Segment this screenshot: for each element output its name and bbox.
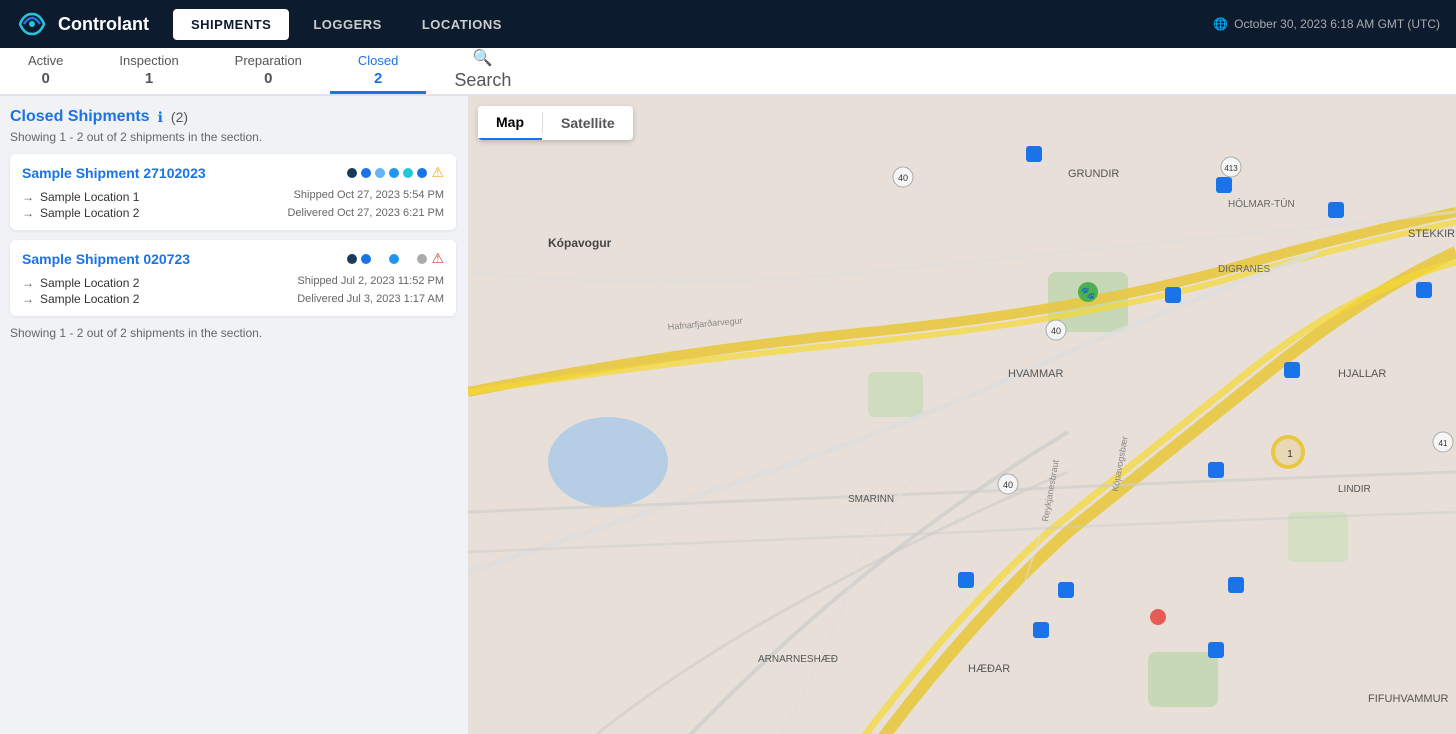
info-icon[interactable]: ℹ bbox=[158, 109, 163, 126]
map-panel: Map Satellite bbox=[468, 96, 1456, 734]
dot-5 bbox=[403, 168, 413, 178]
globe-icon: 🌐 bbox=[1213, 17, 1228, 31]
tab-closed-label: Closed bbox=[358, 53, 398, 68]
svg-text:DIGRANES: DIGRANES bbox=[1218, 264, 1271, 275]
svg-text:GRUNDIR: GRUNDIR bbox=[1068, 168, 1119, 180]
satellite-btn[interactable]: Satellite bbox=[543, 106, 633, 140]
shipment-card-1: Sample Shipment 27102023 ⚠ → Sample Loca… bbox=[10, 154, 456, 230]
card2-delivered: Delivered Jul 3, 2023 1:17 AM bbox=[297, 291, 444, 309]
card2-to-row: → Sample Location 2 bbox=[22, 292, 297, 306]
card1-shipped: Shipped Oct 27, 2023 5:54 PM bbox=[287, 187, 444, 205]
svg-text:STEKKIR: STEKKIR bbox=[1408, 228, 1455, 240]
tabbar: Active 0 Inspection 1 Preparation 0 Clos… bbox=[0, 48, 1456, 96]
card1-locations: → Sample Location 1 → Sample Location 2 bbox=[22, 190, 287, 222]
dot2-2 bbox=[361, 254, 371, 264]
showing-top: Showing 1 - 2 out of 2 shipments in the … bbox=[10, 130, 456, 144]
tab-closed-count: 2 bbox=[374, 70, 382, 87]
svg-text:HÓLMAR-TÚN: HÓLMAR-TÚN bbox=[1228, 197, 1295, 210]
arrow-right-icon-2: → bbox=[22, 206, 34, 220]
svg-text:HVAMMAR: HVAMMAR bbox=[1008, 368, 1063, 380]
dot-3 bbox=[375, 168, 385, 178]
tab-closed[interactable]: Closed 2 bbox=[330, 48, 426, 94]
card1-dots: ⚠ bbox=[347, 164, 444, 181]
datetime-display: 🌐 October 30, 2023 6:18 AM GMT (UTC) bbox=[1213, 17, 1440, 31]
card2-dates: Shipped Jul 2, 2023 11:52 PM Delivered J… bbox=[297, 273, 444, 308]
card2-from-row: → Sample Location 2 bbox=[22, 276, 297, 290]
svg-text:Kópavogur: Kópavogur bbox=[548, 236, 612, 250]
section-header: Closed Shipments ℹ (2) bbox=[10, 108, 456, 126]
svg-text:HJALLAR: HJALLAR bbox=[1338, 368, 1386, 380]
card1-dates: Shipped Oct 27, 2023 5:54 PM Delivered O… bbox=[287, 187, 444, 222]
controlant-logo-icon bbox=[16, 8, 48, 40]
svg-text:40: 40 bbox=[1003, 480, 1013, 490]
card2-shipped: Shipped Jul 2, 2023 11:52 PM bbox=[297, 273, 444, 291]
map-controls: Map Satellite bbox=[478, 106, 633, 140]
tab-inspection[interactable]: Inspection 1 bbox=[91, 48, 206, 94]
card1-to: Sample Location 2 bbox=[40, 206, 139, 220]
dot2-3 bbox=[389, 254, 399, 264]
tab-inspection-label: Inspection bbox=[119, 53, 178, 68]
warning-icon-2: ⚠ bbox=[431, 250, 444, 267]
dot2-1 bbox=[347, 254, 357, 264]
dot-4 bbox=[389, 168, 399, 178]
showing-bottom: Showing 1 - 2 out of 2 shipments in the … bbox=[10, 326, 456, 340]
svg-text:FIFUHVAMMUR: FIFUHVAMMUR bbox=[1368, 693, 1449, 705]
svg-text:ARNARNESHÆÐ: ARNARNESHÆÐ bbox=[758, 654, 838, 665]
svg-text:LINDIR: LINDIR bbox=[1338, 484, 1371, 495]
svg-text:40: 40 bbox=[898, 173, 908, 183]
main-layout: Closed Shipments ℹ (2) Showing 1 - 2 out… bbox=[0, 96, 1456, 734]
locations-nav-btn[interactable]: LOCATIONS bbox=[406, 11, 518, 38]
card1-bottom: → Sample Location 1 → Sample Location 2 … bbox=[22, 187, 444, 222]
arrow-right-icon-3: → bbox=[22, 276, 34, 290]
tab-active-count: 0 bbox=[42, 70, 50, 87]
shipments-nav-btn[interactable]: SHIPMENTS bbox=[173, 9, 289, 40]
card1-header: Sample Shipment 27102023 ⚠ bbox=[22, 164, 444, 181]
section-title: Closed Shipments bbox=[10, 108, 150, 126]
topnav: Controlant SHIPMENTS LOGGERS LOCATIONS 🌐… bbox=[0, 0, 1456, 48]
card1-title[interactable]: Sample Shipment 27102023 bbox=[22, 165, 206, 181]
tab-search-label: Search bbox=[454, 70, 511, 91]
svg-text:413: 413 bbox=[1224, 164, 1238, 173]
card2-header: Sample Shipment 020723 ⚠ bbox=[22, 250, 444, 267]
card2-from: Sample Location 2 bbox=[40, 276, 139, 290]
card1-to-row: → Sample Location 2 bbox=[22, 206, 287, 220]
dot-1 bbox=[347, 168, 357, 178]
warning-icon-1: ⚠ bbox=[431, 164, 444, 181]
svg-text:HÆÐAR: HÆÐAR bbox=[968, 663, 1010, 675]
dot-2 bbox=[361, 168, 371, 178]
svg-text:40: 40 bbox=[1051, 326, 1061, 336]
logo-area: Controlant bbox=[16, 8, 149, 40]
card2-title[interactable]: Sample Shipment 020723 bbox=[22, 251, 190, 267]
left-panel: Closed Shipments ℹ (2) Showing 1 - 2 out… bbox=[0, 96, 468, 734]
tab-search[interactable]: 🔍 Search bbox=[426, 48, 539, 94]
tab-inspection-count: 1 bbox=[145, 70, 153, 87]
card1-from-row: → Sample Location 1 bbox=[22, 190, 287, 204]
tab-active[interactable]: Active 0 bbox=[0, 48, 91, 94]
map-btn[interactable]: Map bbox=[478, 106, 542, 140]
section-count: (2) bbox=[171, 109, 188, 125]
card2-locations: → Sample Location 2 → Sample Location 2 bbox=[22, 276, 297, 308]
card2-dots: ⚠ bbox=[347, 250, 444, 267]
tab-preparation-count: 0 bbox=[264, 70, 272, 87]
tab-preparation[interactable]: Preparation 0 bbox=[207, 48, 330, 94]
tab-active-label: Active bbox=[28, 53, 63, 68]
search-icon: 🔍 bbox=[473, 48, 493, 68]
svg-text:SMARINN: SMARINN bbox=[848, 494, 894, 505]
tab-preparation-label: Preparation bbox=[235, 53, 302, 68]
card2-to: Sample Location 2 bbox=[40, 292, 139, 306]
dot-6 bbox=[417, 168, 427, 178]
dot2-4 bbox=[417, 254, 427, 264]
svg-text:1: 1 bbox=[1287, 449, 1293, 460]
logo-text: Controlant bbox=[58, 14, 149, 35]
shipment-card-2: Sample Shipment 020723 ⚠ → Sample Locati… bbox=[10, 240, 456, 316]
arrow-right-icon-1: → bbox=[22, 190, 34, 204]
svg-text:🐾: 🐾 bbox=[1081, 286, 1096, 300]
card2-bottom: → Sample Location 2 → Sample Location 2 … bbox=[22, 273, 444, 308]
map-svg: 1 Kópavogur GRUNDIR HÓLMAR-TÚN DIGRANES … bbox=[468, 96, 1456, 734]
arrow-right-icon-4: → bbox=[22, 292, 34, 306]
svg-text:41: 41 bbox=[1439, 439, 1448, 448]
card1-from: Sample Location 1 bbox=[40, 190, 139, 204]
card1-delivered: Delivered Oct 27, 2023 6:21 PM bbox=[287, 205, 444, 223]
loggers-nav-btn[interactable]: LOGGERS bbox=[297, 11, 398, 38]
